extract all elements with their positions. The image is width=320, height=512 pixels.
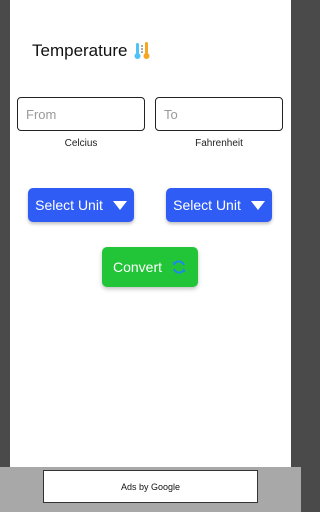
ad-label: Ads by Google bbox=[120, 481, 181, 492]
select-from-unit-button[interactable]: Select Unit bbox=[28, 188, 134, 222]
page-title: Temperature bbox=[32, 41, 128, 60]
to-field[interactable] bbox=[155, 97, 283, 131]
from-unit-label: Celcius bbox=[64, 138, 98, 149]
convert-label: Convert bbox=[112, 259, 163, 275]
to-unit-label: Fahrenheit bbox=[195, 138, 243, 149]
select-to-unit-button[interactable]: Select Unit bbox=[166, 188, 272, 222]
convert-button[interactable]: Convert bbox=[102, 247, 198, 287]
from-field[interactable] bbox=[17, 97, 145, 131]
thermometer-icon bbox=[132, 40, 154, 62]
from-input[interactable] bbox=[18, 98, 144, 130]
select-to-unit-label: Select Unit bbox=[173, 197, 241, 213]
dropdown-arrow-icon bbox=[112, 200, 127, 210]
to-input[interactable] bbox=[156, 98, 282, 130]
ad-banner[interactable]: Ads by Google bbox=[43, 470, 258, 503]
header: Temperature bbox=[32, 40, 154, 62]
dropdown-arrow-icon bbox=[250, 200, 265, 210]
refresh-icon bbox=[171, 259, 187, 275]
select-from-unit-label: Select Unit bbox=[35, 197, 103, 213]
